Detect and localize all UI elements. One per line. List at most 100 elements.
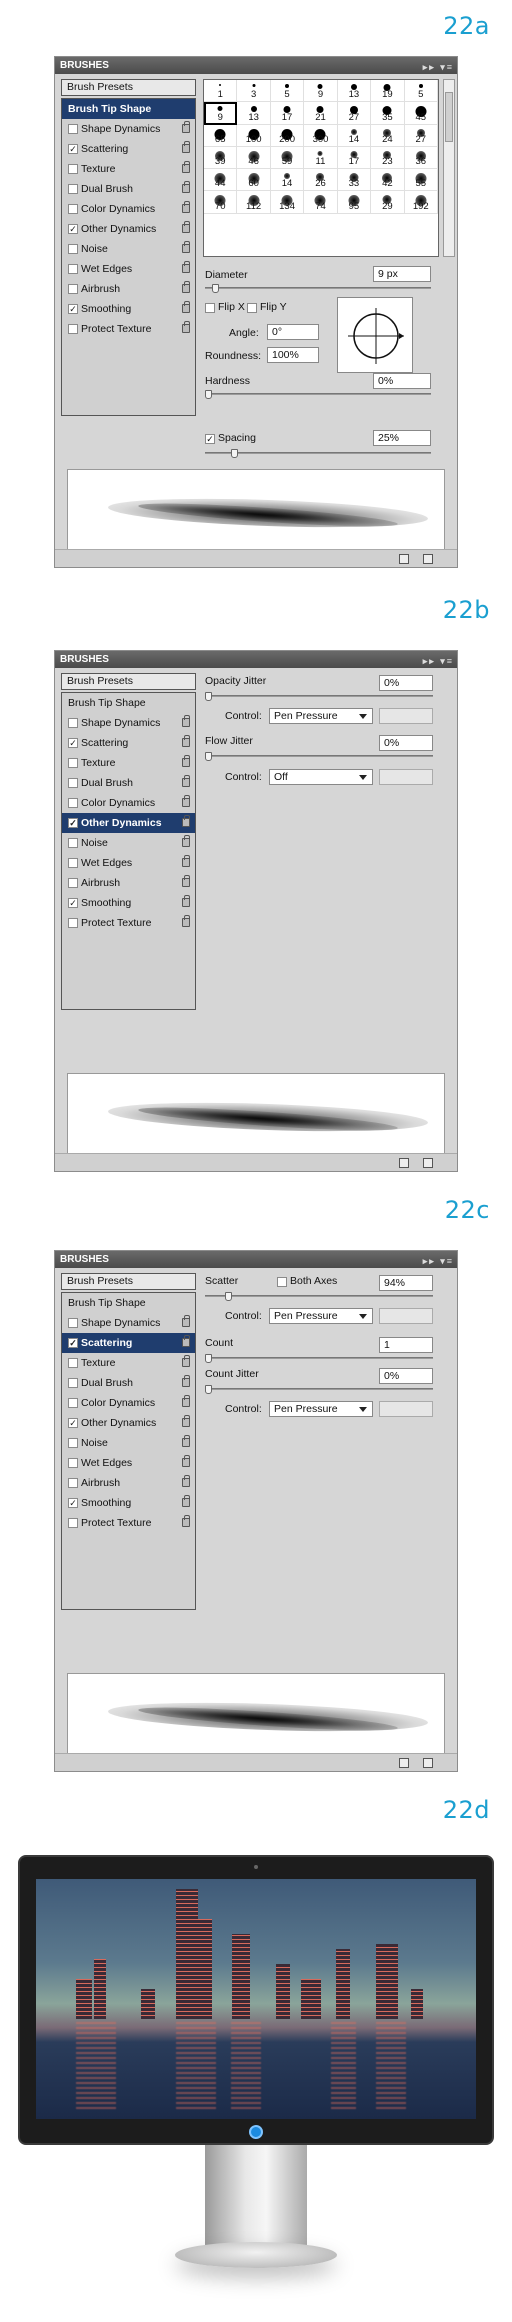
flip-y-checkbox[interactable] [247,303,257,313]
lock-icon[interactable] [182,121,190,133]
spacing-slider[interactable] [205,449,431,458]
scatter-minimum-input[interactable] [379,1308,433,1324]
lock-icon[interactable] [182,815,190,827]
brush-tip[interactable]: 36 [404,146,438,170]
brush-tip[interactable]: 192 [404,191,438,214]
count-slider[interactable] [205,1354,433,1363]
brush-tip[interactable]: 45 [404,102,438,125]
brush-tip[interactable]: 5 [404,80,438,103]
lock-icon[interactable] [182,181,190,193]
opacity-jitter-slider[interactable] [205,692,433,701]
list-item-airbrush[interactable]: Airbrush [62,873,195,893]
brush-tip[interactable]: 13 [337,80,372,103]
list-item-airbrush[interactable]: Airbrush [62,1473,195,1493]
list-item-scattering[interactable]: ✓ Scattering [62,733,195,753]
checkbox-checked-icon[interactable]: ✓ [68,818,78,828]
flow-jitter-slider[interactable] [205,752,433,761]
checkbox-icon[interactable] [68,758,78,768]
panel-menu-icon[interactable]: ▸▸ ▾≡ [423,59,454,76]
brush-tip[interactable]: 21 [304,102,338,125]
lock-icon[interactable] [182,241,190,253]
diameter-slider[interactable] [205,284,431,293]
list-item-protect-texture[interactable]: Protect Texture [62,913,195,933]
brush-tip[interactable]: 39 [204,146,238,170]
lock-icon[interactable] [182,221,190,233]
count-minimum-input[interactable] [379,1401,433,1417]
new-preset-icon[interactable] [399,1158,409,1168]
list-item-wet-edges[interactable]: Wet Edges [62,259,195,279]
scatter-input[interactable]: 94% [379,1275,433,1291]
lock-icon[interactable] [182,915,190,927]
trash-icon[interactable] [423,554,433,564]
brush-tip[interactable]: 300 [304,124,338,147]
opacity-control-select[interactable]: Pen Pressure [269,708,373,724]
checkbox-checked-icon[interactable]: ✓ [68,304,78,314]
lock-icon[interactable] [182,1415,190,1427]
list-item-shape-dynamics[interactable]: Shape Dynamics [62,713,195,733]
list-item-shape-dynamics[interactable]: Shape Dynamics [62,119,195,139]
lock-icon[interactable] [182,855,190,867]
checkbox-icon[interactable] [68,918,78,928]
brush-tip[interactable]: 95 [337,191,372,214]
brush-tip[interactable]: 112 [237,191,271,214]
checkbox-icon[interactable] [68,1358,78,1368]
count-input[interactable]: 1 [379,1337,433,1353]
brush-tip[interactable]: 26 [304,169,338,192]
new-preset-icon[interactable] [399,1758,409,1768]
brush-presets-button[interactable]: Brush Presets [61,673,196,690]
list-item-wet-edges[interactable]: Wet Edges [62,1453,195,1473]
brush-tip[interactable]: 14 [337,124,372,147]
checkbox-icon[interactable] [68,858,78,868]
lock-icon[interactable] [182,1395,190,1407]
spacing-checkbox[interactable]: ✓ [205,434,215,444]
lock-icon[interactable] [182,321,190,333]
brush-tip[interactable]: 29 [371,191,405,214]
slider-thumb[interactable] [205,752,212,761]
brush-tip[interactable]: 74 [304,191,338,214]
checkbox-icon[interactable] [68,1478,78,1488]
slider-thumb[interactable] [231,449,238,458]
list-item-other-dynamics[interactable]: ✓ Other Dynamics [62,219,195,239]
brush-tip[interactable]: 60 [237,169,271,192]
brush-tip[interactable]: 9 [204,102,238,125]
lock-icon[interactable] [182,141,190,153]
lock-icon[interactable] [182,755,190,767]
panel-menu-icon[interactable]: ▸▸ ▾≡ [423,1253,454,1270]
diameter-input[interactable]: 9 px [373,266,431,282]
brush-tip[interactable]: 44 [204,169,238,192]
brush-tip[interactable]: 1 [204,80,238,103]
lock-icon[interactable] [182,835,190,847]
list-item-airbrush[interactable]: Airbrush [62,279,195,299]
brush-tip[interactable]: 42 [371,169,405,192]
list-item-wet-edges[interactable]: Wet Edges [62,853,195,873]
checkbox-icon[interactable] [68,798,78,808]
brush-presets-button[interactable]: Brush Presets [61,79,196,96]
list-item-protect-texture[interactable]: Protect Texture [62,1513,195,1533]
list-item-texture[interactable]: Texture [62,753,195,773]
new-preset-icon[interactable] [399,554,409,564]
list-item-dual-brush[interactable]: Dual Brush [62,773,195,793]
brush-tip[interactable]: 55 [404,169,438,192]
lock-icon[interactable] [182,795,190,807]
trash-icon[interactable] [423,1758,433,1768]
scatter-control-select[interactable]: Pen Pressure [269,1308,373,1324]
checkbox-icon[interactable] [68,264,78,274]
list-item-color-dynamics[interactable]: Color Dynamics [62,1393,195,1413]
list-item-noise[interactable]: Noise [62,1433,195,1453]
checkbox-icon[interactable] [68,284,78,294]
lock-icon[interactable] [182,201,190,213]
checkbox-icon[interactable] [68,778,78,788]
lock-icon[interactable] [182,301,190,313]
brush-tip[interactable]: 14 [270,169,305,192]
brush-tip[interactable]: 24 [371,124,405,147]
lock-icon[interactable] [182,775,190,787]
trash-icon[interactable] [423,1158,433,1168]
checkbox-checked-icon[interactable]: ✓ [68,738,78,748]
checkbox-icon[interactable] [68,1438,78,1448]
opacity-jitter-input[interactable]: 0% [379,675,433,691]
list-item-brush-tip-shape[interactable]: Brush Tip Shape [62,693,195,713]
checkbox-icon[interactable] [68,204,78,214]
checkbox-icon[interactable] [68,1318,78,1328]
hardness-slider[interactable] [205,390,431,399]
scatter-slider[interactable] [205,1292,433,1301]
